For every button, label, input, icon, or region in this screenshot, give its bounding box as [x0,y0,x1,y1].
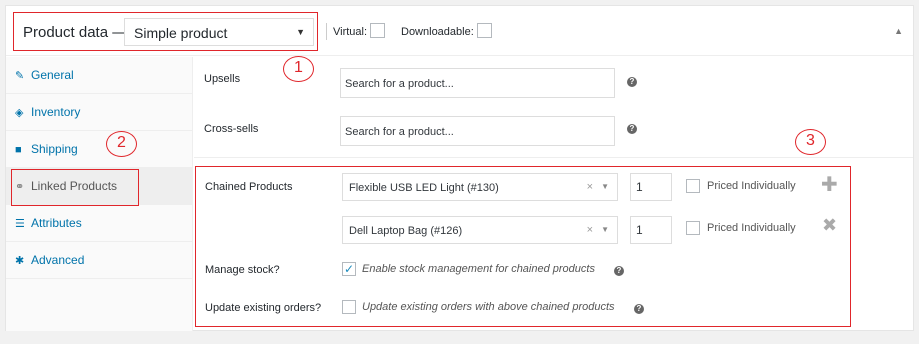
priced-individually-checkbox[interactable] [686,221,700,235]
add-chained-product-icon[interactable]: ✚ [821,172,838,197]
downloadable-checkbox[interactable] [477,23,492,38]
header-separator [326,23,327,40]
chained-quantity-input[interactable]: 1 [630,173,672,201]
help-icon[interactable]: ? [614,266,624,276]
help-icon[interactable]: ? [627,124,637,134]
panel-header: Product data — Simple product ▼ Virtual:… [6,6,913,56]
manage-stock-label: Manage stock? [205,264,280,276]
virtual-label: Virtual: [333,26,368,38]
help-icon[interactable]: ? [634,304,644,314]
chained-products-label: Chained Products [205,181,293,193]
clear-icon[interactable]: × [587,224,593,236]
crosssells-label: Cross-sells [204,123,259,135]
tab-general[interactable]: ✎ General [6,57,193,94]
virtual-checkbox[interactable] [370,23,385,38]
product-type-select[interactable]: Simple product ▼ [124,18,314,46]
annotation-number-1: 1 [283,56,314,82]
product-data-panel: Product data — Simple product ▼ Virtual:… [5,5,914,331]
truck-icon: ■ [15,144,22,156]
product-data-tabs: ✎ General ◈ Inventory ■ Shipping ⚭ Linked Pr… [6,57,193,331]
chained-product-value: Dell Laptop Bag (#126) [349,225,463,237]
gear-icon: ✱ [15,255,25,267]
tab-attributes[interactable]: ☰ Attributes [6,205,193,242]
upsells-label: Upsells [204,73,241,85]
collapse-toggle-icon[interactable]: ▲ [894,26,903,36]
tab-advanced[interactable]: ✱ Advanced [6,242,193,279]
annotation-number-3: 3 [795,129,826,155]
manage-stock-description: Enable stock management for chained prod… [362,263,595,275]
tab-inventory-label: Inventory [31,105,81,119]
chained-product-select[interactable]: Dell Laptop Bag (#126) × ▼ [342,216,618,244]
product-data-label: Product data — [23,24,128,41]
tab-advanced-label: Advanced [31,253,85,267]
downloadable-label: Downloadable: [401,26,474,38]
tab-inventory[interactable]: ◈ Inventory [6,94,193,131]
help-icon[interactable]: ? [627,77,637,87]
annotation-number-2: 2 [106,131,137,157]
priced-individually-label: Priced Individually [707,222,796,234]
tab-shipping[interactable]: ■ Shipping [6,131,193,168]
priced-individually-label: Priced Individually [707,180,796,192]
tag-icon: ◈ [15,107,24,119]
list-icon: ☰ [15,218,25,230]
chained-product-value: Flexible USB LED Light (#130) [349,182,499,194]
remove-chained-product-icon[interactable]: ✖ [822,215,837,236]
chained-quantity-input[interactable]: 1 [630,216,672,244]
upsells-search-input[interactable]: Search for a product... [340,68,615,98]
chained-product-select[interactable]: Flexible USB LED Light (#130) × ▼ [342,173,618,201]
chevron-down-icon: ▼ [601,182,609,191]
update-orders-description: Update existing orders with above chaine… [362,301,615,313]
chevron-down-icon: ▼ [296,27,305,37]
update-orders-checkbox[interactable] [342,300,356,314]
update-orders-label: Update existing orders? [205,302,322,314]
annotation-box-2 [11,169,139,206]
section-divider [194,157,913,158]
manage-stock-checkbox[interactable]: ✓ [342,262,356,276]
chevron-down-icon: ▼ [601,225,609,234]
priced-individually-checkbox[interactable] [686,179,700,193]
wrench-icon: ✎ [15,70,25,82]
tab-general-label: General [31,68,74,82]
tab-shipping-label: Shipping [31,142,78,156]
crosssells-search-input[interactable]: Search for a product... [340,116,615,146]
clear-icon[interactable]: × [587,181,593,193]
product-type-value: Simple product [134,25,228,41]
tab-attributes-label: Attributes [31,216,82,230]
